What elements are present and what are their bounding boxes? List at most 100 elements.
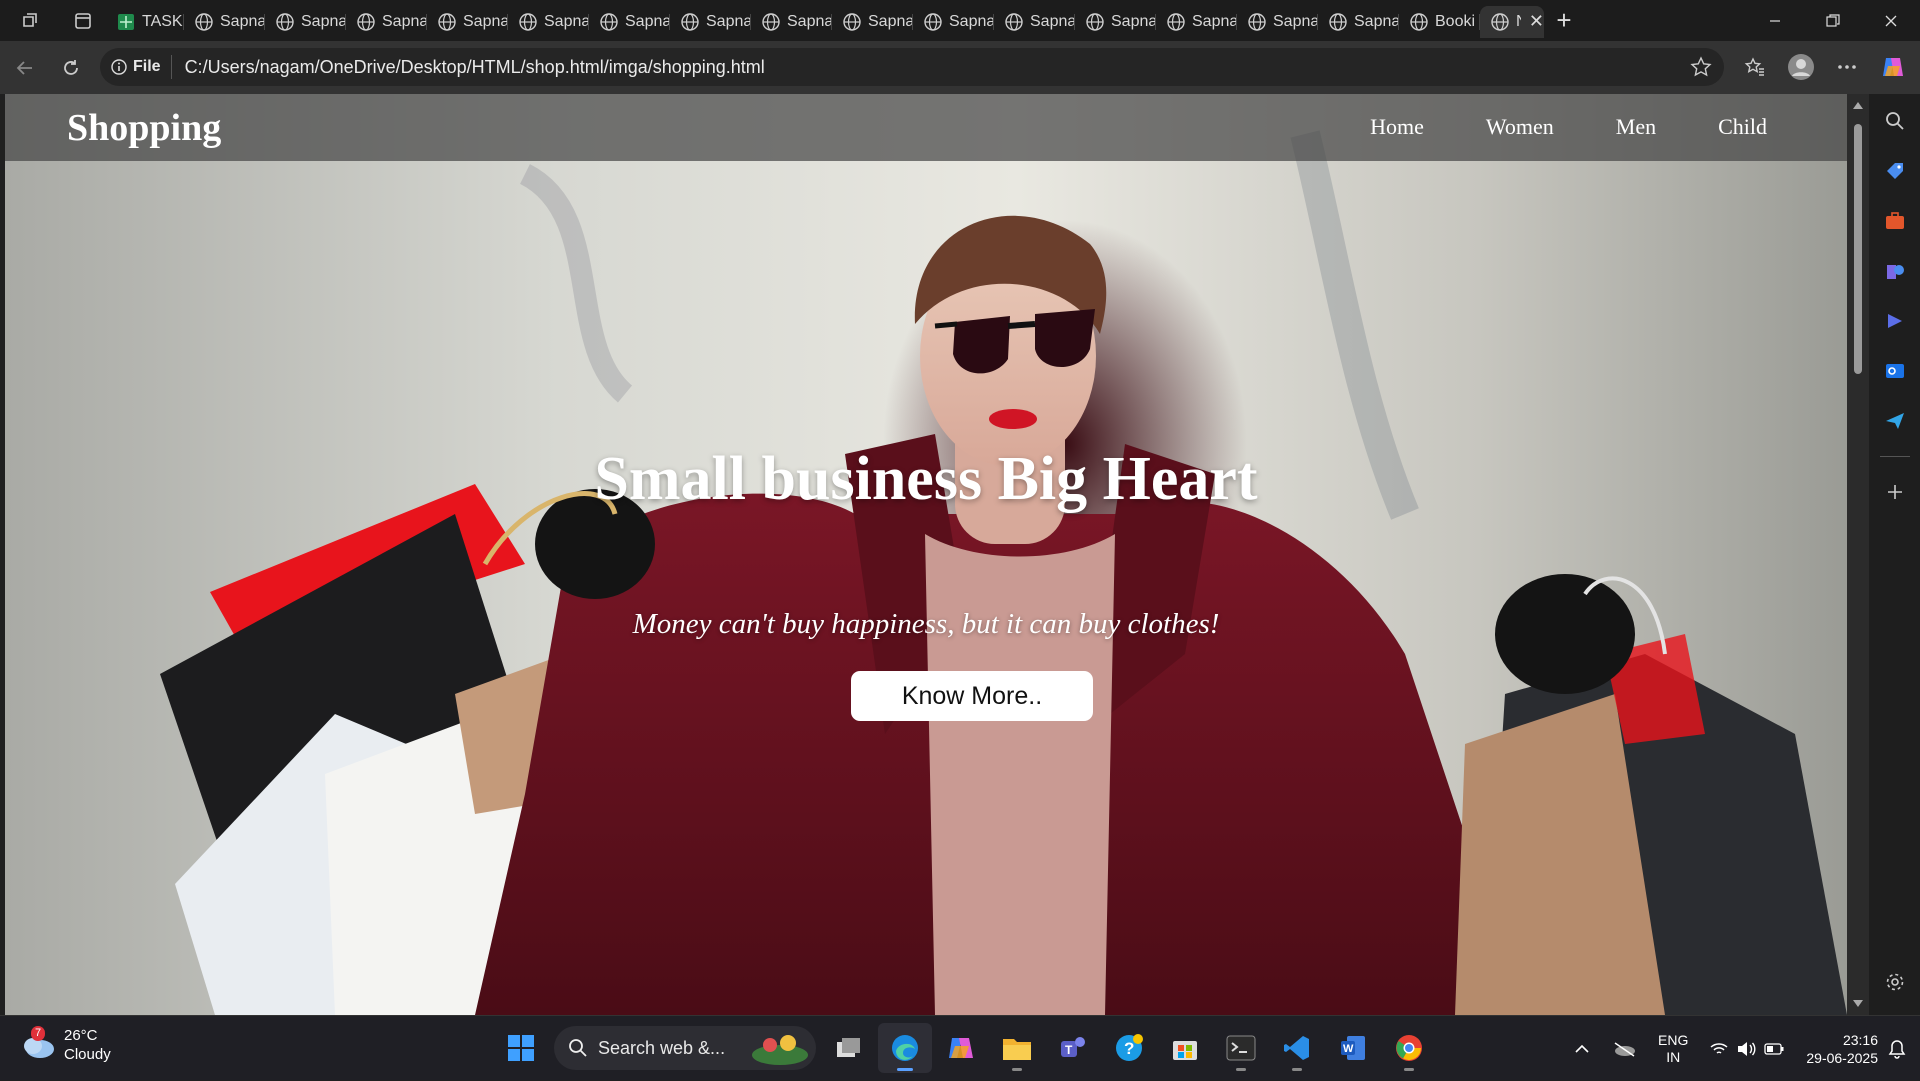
onedrive-cloud-off-icon[interactable] [1598,1041,1650,1057]
site-brand[interactable]: Shopping [67,106,221,150]
globe-favicon-icon [600,12,618,31]
weather-widget[interactable]: 7 26°C Cloudy [20,1026,111,1064]
taskbar-search-box[interactable]: Search web &... [554,1026,816,1070]
browser-tab[interactable]: Sapna [427,6,508,38]
url-text[interactable]: C:/Users/nagam/OneDrive/Desktop/HTML/sho… [185,57,765,78]
taskbar-help-icon[interactable]: ? [1102,1023,1156,1073]
new-tab-button[interactable]: + [1544,0,1584,41]
back-button[interactable] [2,45,48,91]
tray-overflow-chevron-icon[interactable] [1566,1044,1598,1054]
browser-tab[interactable]: Sapna [1318,6,1399,38]
browser-tab[interactable]: Sapna [1075,6,1156,38]
svg-text:?: ? [1124,1039,1134,1058]
favorites-icon[interactable] [1732,44,1778,90]
globe-favicon-icon [1167,12,1185,31]
tab-label: Sapna [1192,12,1237,30]
taskbar-copilot-icon[interactable] [934,1023,988,1073]
browser-tab[interactable]: Sapna [184,6,265,38]
taskbar-vscode-icon[interactable] [1270,1023,1324,1073]
browser-tab[interactable]: Booki [1399,6,1480,38]
copilot-sidebar-icon[interactable] [1869,296,1920,346]
globe-favicon-icon [195,12,213,31]
taskbar-edge-icon[interactable] [878,1023,932,1073]
know-more-button[interactable]: Know More.. [851,671,1093,721]
browser-tab[interactable]: Sapna [670,6,751,38]
scroll-up-arrow-icon[interactable] [1853,102,1863,109]
site-nav: Home Women Men Child [1370,114,1767,140]
tab-label: Sapna [220,12,265,30]
active-tab[interactable]: N✕ [1480,5,1544,38]
more-menu-icon[interactable] [1824,44,1870,90]
page-scrollbar[interactable] [1847,94,1869,1015]
games-icon[interactable] [1869,246,1920,296]
taskbar-clock[interactable]: 23:16 29-06-2025 [1798,1031,1886,1067]
globe-favicon-icon [1086,12,1104,31]
address-bar[interactable]: File C:/Users/nagam/OneDrive/Desktop/HTM… [100,48,1724,86]
profile-avatar[interactable] [1778,44,1824,90]
clock-date: 29-06-2025 [1806,1049,1878,1066]
restore-button[interactable] [1804,0,1862,41]
browser-tab[interactable]: Sapna [751,6,832,38]
taskbar-teams-icon[interactable]: T [1046,1023,1100,1073]
taskbar-file-explorer-icon[interactable] [990,1023,1044,1073]
sidebar-bottom [1869,957,1920,1007]
scroll-thumb[interactable] [1854,124,1862,374]
tab-label: Sapna [1273,12,1318,30]
sheet-favicon-icon [118,13,134,30]
minimize-button[interactable] [1746,0,1804,41]
globe-favicon-icon [924,12,942,31]
copilot-icon[interactable] [1870,44,1916,90]
browser-tab[interactable]: Sapna [994,6,1075,38]
tab-close-icon[interactable]: ✕ [1529,11,1544,32]
refresh-button[interactable] [48,45,94,91]
browser-tab[interactable]: Sapna [346,6,427,38]
nav-link-women[interactable]: Women [1486,114,1554,140]
start-button[interactable] [494,1023,548,1073]
nav-link-child[interactable]: Child [1718,114,1767,140]
browser-tab[interactable]: Sapna [508,6,589,38]
weather-temp: 26°C [64,1027,98,1044]
svg-text:W: W [1343,1043,1354,1055]
browser-tab[interactable]: Sapna [1237,6,1318,38]
input-language-indicator[interactable]: ENG IN [1650,1032,1696,1066]
favorite-star-icon[interactable] [1690,56,1712,83]
outlook-icon[interactable] [1869,346,1920,396]
close-window-button[interactable] [1862,0,1920,41]
workspaces-icon[interactable] [0,0,60,41]
scroll-down-arrow-icon[interactable] [1853,1000,1863,1007]
task-view-icon[interactable] [822,1023,876,1073]
site-info-chip[interactable]: File [110,55,172,79]
battery-icon[interactable] [1760,1042,1798,1055]
taskbar-terminal-icon[interactable] [1214,1023,1268,1073]
tab-actions-icon[interactable] [60,0,106,41]
add-sidebar-app-icon[interactable] [1869,467,1920,517]
nav-link-men[interactable]: Men [1616,114,1656,140]
tab-strip: TASK Sapna Sapna Sapna Sapna Sapna Sapna Sapna S… [0,0,1920,41]
volume-icon[interactable] [1732,1041,1760,1057]
lang-code: ENG [1658,1031,1689,1048]
browser-tab[interactable]: Sapna [265,6,346,38]
shopping-tag-icon[interactable] [1869,146,1920,196]
taskbar-word-icon[interactable]: W [1326,1023,1380,1073]
browser-tab[interactable]: TASK [106,6,184,38]
browser-tab[interactable]: Sapna [1156,6,1237,38]
browser-tab[interactable]: Sapna [589,6,670,38]
system-tray: ENG IN 23:16 29-06-2025 [1566,1016,1920,1081]
nav-link-home[interactable]: Home [1370,114,1424,140]
notifications-bell-icon[interactable] [1886,1039,1920,1059]
wifi-icon[interactable] [1696,1042,1732,1056]
send-icon[interactable] [1869,396,1920,446]
taskbar-store-icon[interactable] [1158,1023,1212,1073]
browser-tab[interactable]: Sapna [832,6,913,38]
windows-taskbar: 7 26°C Cloudy Search web &... T ? W ENG [0,1015,1920,1080]
search-highlight-icon [752,1035,808,1065]
tab-label: N [1516,13,1521,31]
sidebar-settings-gear-icon[interactable] [1869,957,1920,1007]
browser-tab[interactable]: Sapna [913,6,994,38]
globe-favicon-icon [357,12,375,31]
tools-briefcase-icon[interactable] [1869,196,1920,246]
tab-list: TASK Sapna Sapna Sapna Sapna Sapna Sapna Sapna S… [106,0,1544,41]
info-icon [111,59,127,75]
taskbar-chrome-icon[interactable] [1382,1023,1436,1073]
sidebar-search-icon[interactable] [1869,96,1920,146]
